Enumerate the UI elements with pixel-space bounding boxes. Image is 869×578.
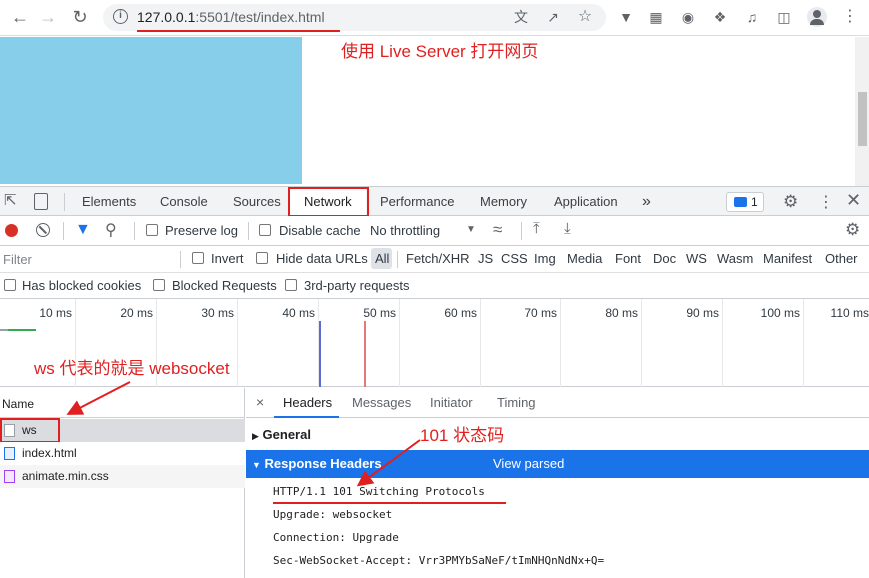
annotation-arrows <box>66 381 421 487</box>
screenshot-root: ← → ↻ i 127.0.0.1:5501/test/index.html 文… <box>0 0 869 578</box>
ws-arrow <box>66 381 131 415</box>
status-arrow <box>356 439 421 487</box>
